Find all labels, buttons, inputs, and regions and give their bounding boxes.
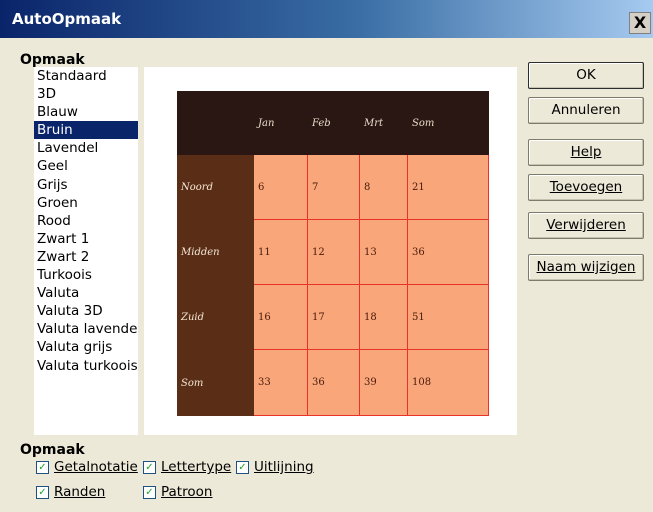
preview-table: Jan Feb Mrt Som Noord 6 7 8 21 Midden 11… [177,91,489,416]
list-item[interactable]: Turkoois [34,266,138,284]
format-group-label: Opmaak [20,52,85,68]
list-item[interactable]: Valuta lavendel [34,320,138,338]
table-cell: 33 [254,350,308,416]
list-item[interactable]: Groen [34,194,138,212]
corner-cell [177,91,254,155]
row-header: Zuid [177,285,254,350]
list-item[interactable]: Geel [34,157,138,175]
delete-button[interactable]: Verwijderen [528,212,644,239]
row-header: Som [177,350,254,416]
checkbox-label: Lettertype [161,459,232,475]
pattern-checkbox[interactable]: ✓ Patroon [143,484,212,500]
title-bar: AutoOpmaak X [0,0,653,38]
table-cell: 8 [360,155,408,220]
checkmark-icon: ✓ [236,460,249,474]
list-item[interactable]: 3D [34,85,138,103]
table-cell: 7 [308,155,360,220]
checkmark-icon: ✓ [143,485,156,499]
rename-button[interactable]: Naam wijzigen [528,254,644,281]
list-item[interactable]: Valuta turkoois [34,357,138,375]
table-cell: 11 [254,220,308,285]
number-format-checkbox[interactable]: ✓ Getalnotatie [36,459,138,475]
table-cell: 108 [408,350,489,416]
list-item[interactable]: Rood [34,212,138,230]
list-item[interactable]: Grijs [34,176,138,194]
checkmark-icon: ✓ [36,460,49,474]
checkbox-label: Getalnotatie [54,459,138,475]
close-button[interactable]: X [629,12,651,34]
table-cell: 21 [408,155,489,220]
borders-checkbox[interactable]: ✓ Randen [36,484,105,500]
table-cell: 6 [254,155,308,220]
table-cell: 36 [308,350,360,416]
preview-panel: Jan Feb Mrt Som Noord 6 7 8 21 Midden 11… [144,67,517,435]
options-group-label: Opmaak [20,442,85,458]
alignment-checkbox[interactable]: ✓ Uitlijning [236,459,314,475]
close-icon: X [633,13,647,32]
list-item[interactable]: Blauw [34,103,138,121]
list-item[interactable]: Valuta grijs [34,338,138,356]
checkmark-icon: ✓ [143,460,156,474]
column-header: Mrt [360,91,408,155]
cancel-button[interactable]: Annuleren [528,97,644,124]
table-cell: 39 [360,350,408,416]
list-item[interactable]: Valuta [34,284,138,302]
help-button[interactable]: Help [528,139,644,166]
list-item[interactable]: Lavendel [34,139,138,157]
list-item[interactable]: Standaard [34,67,138,85]
table-cell: 12 [308,220,360,285]
checkmark-icon: ✓ [36,485,49,499]
column-header: Som [408,91,489,155]
format-list[interactable]: Standaard 3D Blauw Bruin Lavendel Geel G… [34,67,138,435]
font-checkbox[interactable]: ✓ Lettertype [143,459,231,475]
column-header: Feb [308,91,360,155]
table-cell: 17 [308,285,360,350]
checkbox-label: Patroon [161,484,213,500]
list-item-selected[interactable]: Bruin [34,121,138,140]
checkbox-label: Randen [54,484,106,500]
add-button[interactable]: Toevoegen [528,174,644,201]
row-header: Midden [177,220,254,285]
checkbox-label: Uitlijning [254,459,314,475]
list-item[interactable]: Zwart 2 [34,248,138,266]
table-cell: 13 [360,220,408,285]
table-cell: 36 [408,220,489,285]
list-item[interactable]: Valuta 3D [34,302,138,320]
ok-button[interactable]: OK [528,62,644,89]
column-header: Jan [254,91,308,155]
row-header: Noord [177,155,254,220]
list-item[interactable]: Zwart 1 [34,230,138,248]
table-cell: 51 [408,285,489,350]
table-cell: 18 [360,285,408,350]
window-title: AutoOpmaak [12,10,122,28]
table-cell: 16 [254,285,308,350]
